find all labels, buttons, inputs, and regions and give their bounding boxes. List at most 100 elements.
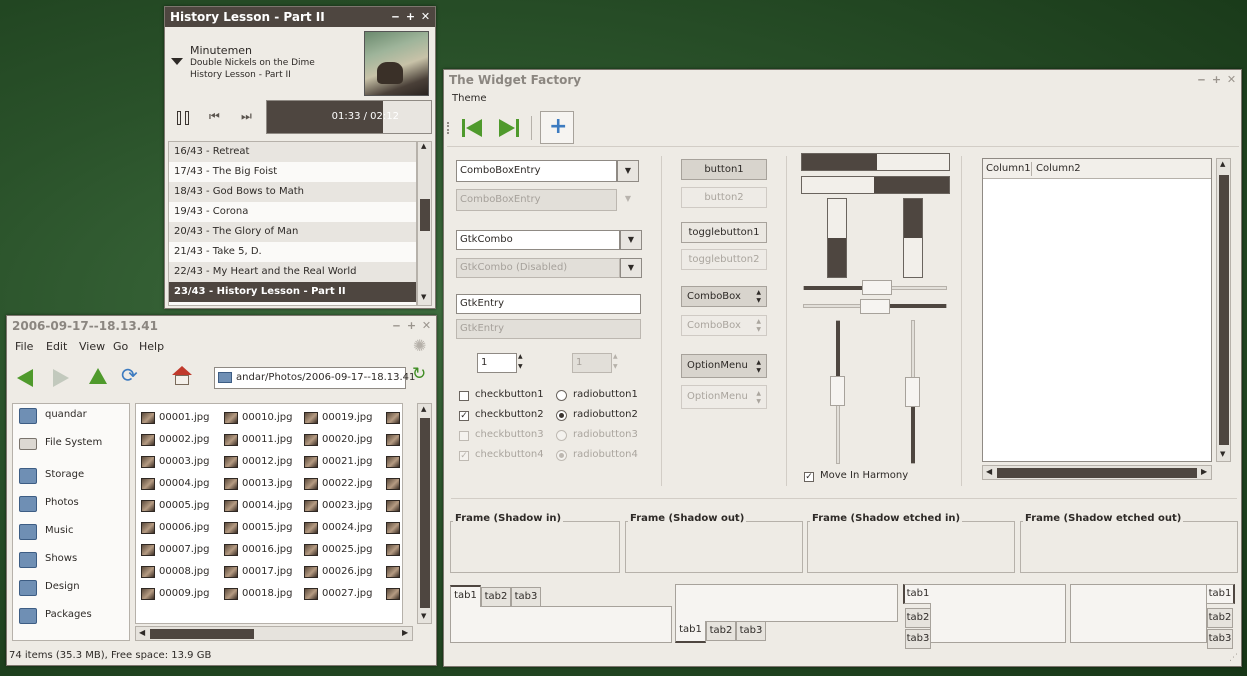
file-item[interactable]: 00026.jpg	[304, 565, 394, 581]
file-item[interactable]: 00009.jpg	[141, 587, 231, 603]
file-item[interactable]: 00027.jpg	[304, 587, 394, 603]
minimize-icon[interactable]: ‒	[390, 11, 401, 23]
maximize-icon[interactable]: +	[405, 11, 416, 23]
file-item[interactable]: 00008.jpg	[141, 565, 231, 581]
expander-triangle-icon[interactable]	[171, 58, 183, 65]
playlist-row[interactable]: 23/43 - History Lesson - Part II	[169, 282, 416, 302]
file-item[interactable]: 00015.jpg	[224, 521, 314, 537]
home-icon[interactable]	[172, 366, 192, 386]
sidebar-item-packages[interactable]: Packages	[17, 606, 127, 628]
scrollbar-thumb[interactable]	[150, 629, 254, 639]
gtkcombo-dropdown[interactable]: ▼	[620, 230, 642, 250]
playlist-row[interactable]: 21/43 - Take 5, D.	[169, 242, 416, 262]
playlist-row[interactable]: 19/43 - Corona	[169, 202, 416, 222]
notebook-top-tab2[interactable]: tab2	[481, 587, 511, 607]
close-icon[interactable]: ✕	[421, 320, 432, 332]
image-thumbnail-icon[interactable]	[386, 588, 400, 600]
scroll-up-icon[interactable]: ▲	[421, 405, 426, 413]
sidebar-item-file-system[interactable]: File System	[17, 434, 127, 456]
image-thumbnail-icon[interactable]	[386, 544, 400, 556]
file-item[interactable]: 00004.jpg	[141, 477, 231, 493]
file-item[interactable]: 00013.jpg	[224, 477, 314, 493]
scrollbar-thumb[interactable]	[420, 418, 430, 608]
file-item[interactable]: 00024.jpg	[304, 521, 394, 537]
file-item[interactable]: 00012.jpg	[224, 455, 314, 471]
move-in-harmony-label[interactable]: Move In Harmony	[820, 470, 908, 481]
scroll-left-icon[interactable]: ◀	[139, 628, 145, 637]
forward-arrow-icon[interactable]	[53, 369, 69, 387]
playlist-row[interactable]: 22/43 - My Heart and the Real World	[169, 262, 416, 282]
spin-arrows-icon[interactable]: ▲ ▼	[518, 352, 523, 372]
image-thumbnail-icon[interactable]	[386, 522, 400, 534]
column2-header[interactable]: Column2	[1036, 163, 1081, 174]
tree-view[interactable]: Column1 Column2	[982, 158, 1212, 462]
toolbar-grip[interactable]	[447, 122, 449, 134]
wf-titlebar[interactable]: The Widget Factory ‒ + ✕	[444, 70, 1241, 90]
notebook-bottom-tab3[interactable]: tab3	[736, 621, 766, 641]
close-icon[interactable]: ✕	[420, 11, 431, 23]
fm-titlebar[interactable]: 2006-09-17--18.13.41 ‒ + ✕	[7, 316, 436, 336]
go-icon[interactable]: ↻	[412, 364, 426, 384]
seek-bar[interactable]: 01:33 / 02:12	[266, 100, 432, 134]
notebook-top-tab1[interactable]: tab1	[450, 585, 481, 607]
file-icon-view[interactable]: 00001.jpg 00002.jpg 00003.jpg 00004.jpg 0000…	[135, 403, 403, 624]
reload-icon[interactable]: ⟳	[121, 363, 138, 387]
gtkcombo-input[interactable]: GtkCombo	[456, 230, 620, 250]
back-arrow-icon[interactable]	[17, 369, 33, 387]
vscale-1-slider[interactable]	[830, 376, 845, 406]
player-titlebar[interactable]: History Lesson - Part II ‒ + ✕	[165, 7, 435, 27]
fm-menu-go[interactable]: Go	[113, 340, 128, 353]
file-item[interactable]: 00016.jpg	[224, 543, 314, 559]
file-item[interactable]: 00005.jpg	[141, 499, 231, 515]
location-bar[interactable]: andar/Photos/2006-09-17--18.13.41	[214, 367, 415, 389]
image-thumbnail-icon[interactable]	[386, 500, 400, 512]
file-item[interactable]: 00022.jpg	[304, 477, 394, 493]
image-thumbnail-icon[interactable]	[386, 478, 400, 490]
image-thumbnail-icon[interactable]	[386, 566, 400, 578]
file-item[interactable]: 00018.jpg	[224, 587, 314, 603]
column1-header[interactable]: Column1	[986, 163, 1031, 174]
scroll-down-icon[interactable]: ▼	[421, 612, 426, 620]
radiobutton1-label[interactable]: radiobutton1	[573, 389, 638, 400]
scroll-right-icon[interactable]: ▶	[402, 628, 408, 637]
notebook-left-tab3[interactable]: tab3	[905, 629, 931, 649]
notebook-right-tab2[interactable]: tab2	[1207, 608, 1233, 628]
scroll-right-icon[interactable]: ▶	[1201, 467, 1207, 476]
file-item[interactable]: 00021.jpg	[304, 455, 394, 471]
checkbutton2-label[interactable]: checkbutton2	[475, 409, 544, 420]
file-item[interactable]: 00025.jpg	[304, 543, 394, 559]
add-button[interactable]: +	[540, 111, 574, 144]
playlist-row[interactable]: 20/43 - The Glory of Man	[169, 222, 416, 242]
file-item[interactable]: 00020.jpg	[304, 433, 394, 449]
up-arrow-icon[interactable]	[89, 368, 107, 384]
scrollbar-thumb[interactable]	[1219, 175, 1229, 445]
file-item[interactable]: 00002.jpg	[141, 433, 231, 449]
previous-track-icon[interactable]: ⏮	[209, 109, 220, 124]
playlist-row[interactable]: 18/43 - God Bows to Math	[169, 182, 416, 202]
playlist-scrollbar[interactable]: ▲ ▼	[417, 141, 432, 306]
maximize-icon[interactable]: +	[406, 320, 417, 332]
notebook-right-tab1[interactable]: tab1	[1207, 584, 1235, 604]
scrollbar-thumb[interactable]	[997, 468, 1197, 478]
playlist-row[interactable]: 16/43 - Retreat	[169, 142, 416, 162]
next-track-icon[interactable]: ⏭	[241, 109, 252, 124]
sidebar-item-shows[interactable]: Shows	[17, 550, 127, 572]
image-thumbnail-icon[interactable]	[386, 434, 400, 446]
button1[interactable]: button1	[681, 159, 767, 180]
file-item[interactable]: 00011.jpg	[224, 433, 314, 449]
optionmenu-button[interactable]: OptionMenu ▲ ▼	[681, 354, 767, 378]
scroll-up-icon[interactable]: ▲	[421, 142, 426, 150]
file-item[interactable]: 00003.jpg	[141, 455, 231, 471]
hscale-1-slider[interactable]	[862, 280, 892, 295]
fm-vscrollbar[interactable]: ▲ ▼	[417, 403, 432, 624]
close-icon[interactable]: ✕	[1226, 74, 1237, 86]
spin-button-1[interactable]: 1	[477, 353, 517, 373]
hscale-2-slider[interactable]	[860, 299, 890, 314]
fm-menu-file[interactable]: File	[15, 340, 33, 353]
checkbutton2-box[interactable]: ✓	[459, 411, 469, 421]
scroll-left-icon[interactable]: ◀	[986, 467, 992, 476]
vscale-2-slider[interactable]	[905, 377, 920, 407]
maximize-icon[interactable]: +	[1211, 74, 1222, 86]
file-item[interactable]: 00010.jpg	[224, 411, 314, 427]
sidebar-item-quandar[interactable]: quandar	[17, 406, 127, 428]
